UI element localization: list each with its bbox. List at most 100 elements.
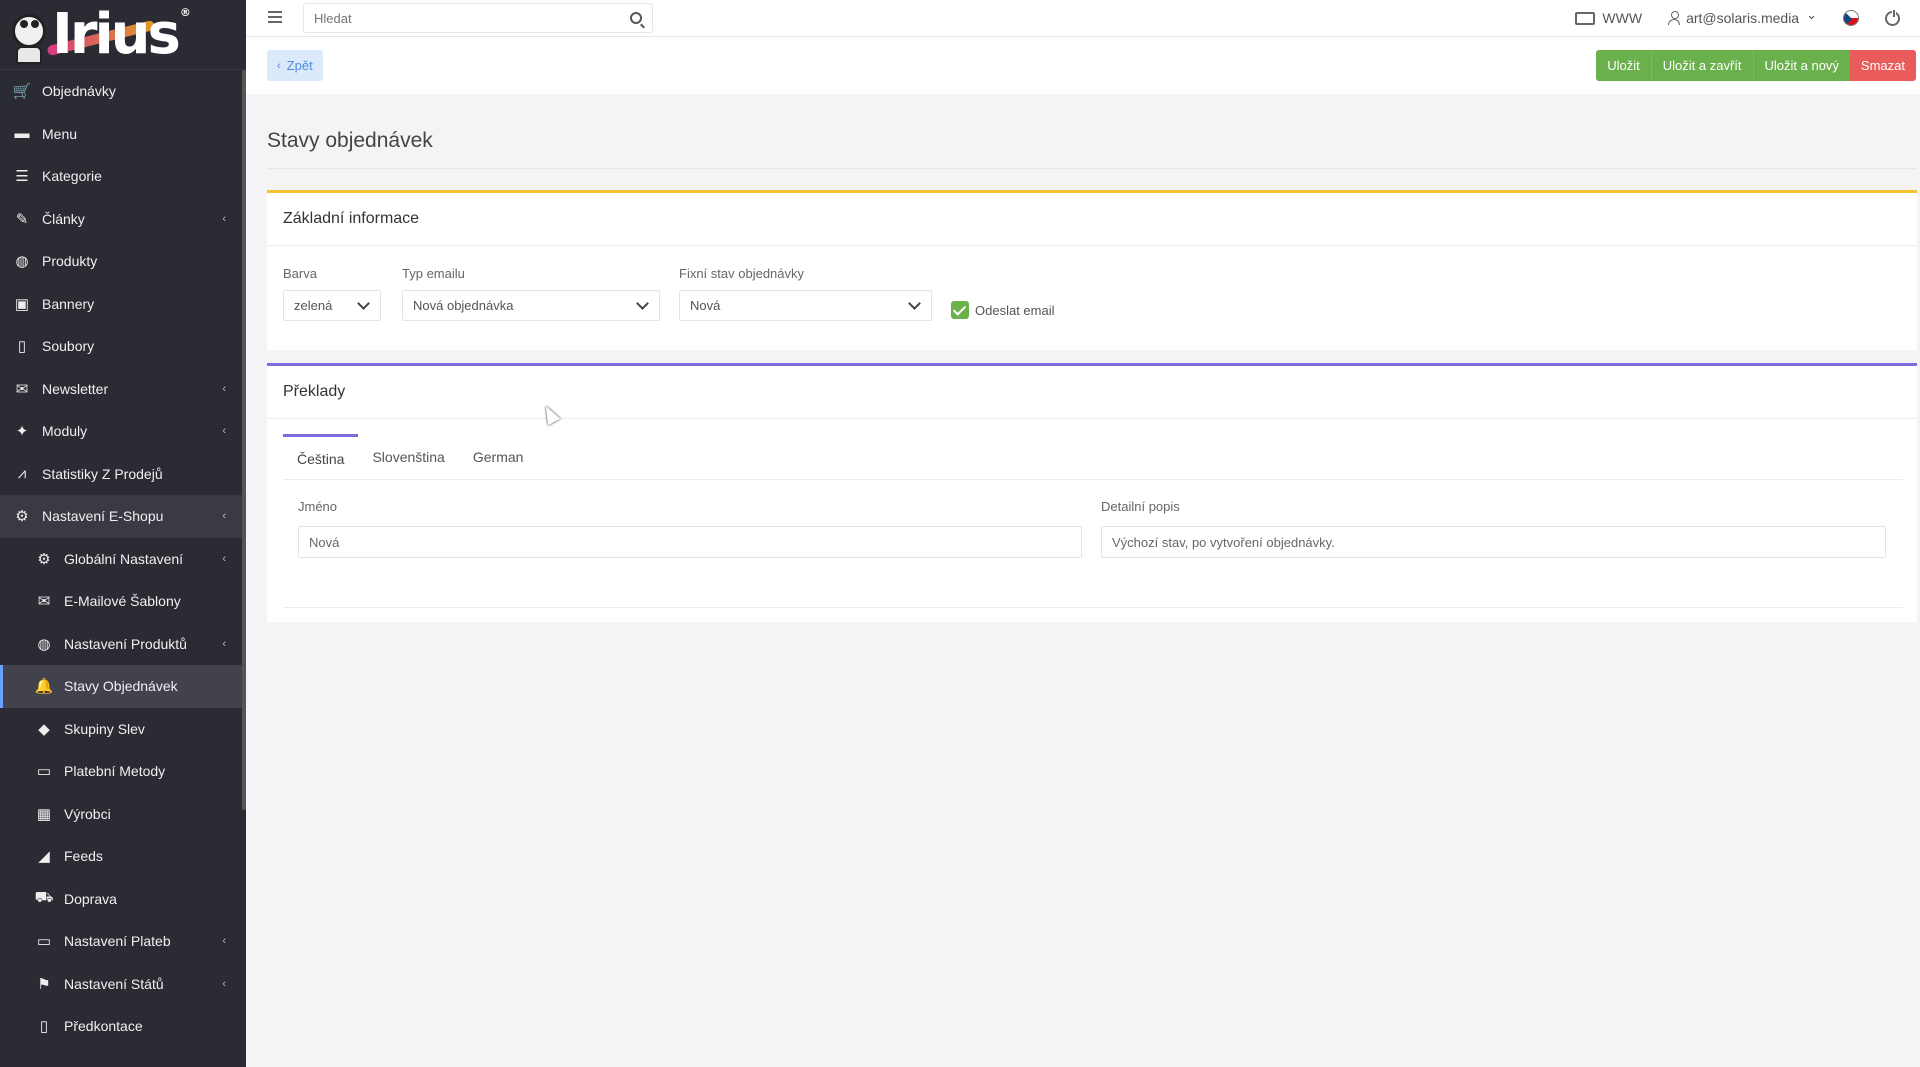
- sidebar-item-feeds[interactable]: ◢ Feeds: [0, 835, 246, 878]
- sidebar-item-bannery[interactable]: ▣ Bannery: [0, 283, 246, 326]
- image-icon: ▣: [14, 295, 30, 313]
- puzzle-icon: ✦: [15, 423, 29, 441]
- sidebar-item-výrobci[interactable]: ▦ Výrobci: [0, 793, 246, 836]
- hamburger-menu-icon[interactable]: [268, 11, 282, 23]
- description-label: Detailní popis: [1101, 499, 1180, 514]
- sidebar-item-label: Moduly: [42, 423, 88, 440]
- sidebar-subnav: ⚙ Globální Nastavení ‹ ✉ E-Mailové Šablony ◍ N…: [0, 538, 246, 1048]
- sidebar-item-nastavení-států[interactable]: ⚑ Nastavení Států ‹: [0, 963, 246, 1006]
- sidebar-item-články[interactable]: ✎ Články ‹: [0, 198, 246, 241]
- sidebar-item-label: Články: [42, 210, 85, 227]
- save-close-button[interactable]: Uložit a zavřít: [1650, 50, 1753, 81]
- user-email: art@solaris.media: [1686, 10, 1800, 26]
- power-icon: [1885, 8, 1900, 26]
- name-input[interactable]: [298, 526, 1082, 558]
- logo-text: Irius ®: [46, 6, 191, 63]
- description-input[interactable]: [1101, 526, 1886, 558]
- basic-info-card: Základní informace Barva zelená Typ emai…: [267, 190, 1917, 350]
- search-icon[interactable]: [630, 12, 642, 24]
- sidebar-item-platební-metody[interactable]: ▭ Platební Metody: [0, 750, 246, 793]
- sidebar-item-label: Stavy Objednávek: [64, 678, 178, 695]
- email-type-select[interactable]: Nová objednávka: [402, 290, 660, 321]
- list-icon: ☰: [15, 168, 29, 186]
- send-email-label: Odeslat email: [975, 302, 1055, 318]
- back-button[interactable]: ‹ Zpět: [267, 50, 323, 81]
- sidebar-item-produkty[interactable]: ◍ Produkty: [0, 240, 246, 283]
- sidebar-scrollbar[interactable]: [242, 70, 246, 810]
- send-email-checkbox[interactable]: Odeslat email: [951, 301, 1054, 319]
- chevron-down-icon: [636, 297, 649, 310]
- save-button[interactable]: Uložit: [1596, 50, 1651, 81]
- sidebar-item-moduly[interactable]: ✦ Moduly ‹: [0, 410, 246, 453]
- sidebar-item-skupiny-slev[interactable]: ◆ Skupiny Slev: [0, 708, 246, 751]
- file-icon: ▯: [17, 338, 27, 356]
- sidebar-item-soubory[interactable]: ▯ Soubory: [0, 325, 246, 368]
- tag-icon: ◆: [38, 720, 50, 738]
- sidebar-item-kategorie[interactable]: ☰ Kategorie: [0, 155, 246, 198]
- sidebar-item-nastavení-e-shopu[interactable]: ⚙ Nastavení E-Shopu ‹: [0, 495, 246, 538]
- www-link[interactable]: WWW: [1575, 10, 1642, 26]
- sidebar-item-doprava[interactable]: ⛟ Doprava: [0, 878, 246, 921]
- chevron-down-icon: [357, 297, 370, 310]
- sidebar-item-nastavení-produktů[interactable]: ◍ Nastavení Produktů ‹: [0, 623, 246, 666]
- sidebar-item-statistiky-z-prodejů[interactable]: ⩘ Statistiky Z Prodejů: [0, 453, 246, 496]
- chevron-down-icon: ⌄: [1806, 7, 1817, 22]
- mail-circle-icon: ✉: [15, 380, 29, 398]
- mascot-logo-icon: [6, 6, 50, 64]
- sidebar-item-objednávky[interactable]: 🛒 Objednávky: [0, 70, 246, 113]
- cogs-icon: ⚙: [15, 508, 29, 526]
- sidebar: Irius ® 🛒 Objednávky ▬ Menu ☰ Kategorie ✎ Články…: [0, 0, 246, 1067]
- chevron-down-icon: [908, 297, 921, 310]
- color-select[interactable]: zelená: [283, 290, 381, 321]
- fixed-state-select[interactable]: Nová: [679, 290, 932, 321]
- sidebar-item-label: Kategorie: [42, 168, 102, 185]
- tab-divider: [283, 479, 1903, 480]
- chevron-left-icon: ‹: [222, 212, 226, 225]
- basic-info-heading: Základní informace: [267, 193, 1917, 246]
- checkmark-icon[interactable]: [951, 301, 969, 319]
- topbar: WWW art@solaris.media ⌄: [246, 0, 1920, 37]
- name-label: Jméno: [298, 499, 338, 514]
- rss-icon: ◢: [38, 848, 50, 866]
- tab-slovenština[interactable]: Slovenština: [358, 434, 458, 480]
- gear-icon: ⚙: [37, 550, 51, 568]
- monitor-icon: [1575, 11, 1596, 25]
- delete-button[interactable]: Smazat: [1849, 50, 1916, 81]
- sidebar-item-label: Menu: [42, 125, 78, 142]
- action-bar: ‹ Zpět Uložit Uložit a zavřít Uložit a n…: [246, 37, 1920, 94]
- color-label: Barva: [283, 266, 317, 281]
- folder-icon: ▬: [14, 125, 30, 143]
- logo[interactable]: Irius ®: [0, 0, 246, 70]
- cart-icon: 🛒: [12, 83, 32, 101]
- truck-icon: ⛟: [34, 889, 54, 907]
- color-select-value: zelená: [294, 298, 333, 313]
- sidebar-item-label: Feeds: [64, 848, 103, 865]
- basketball-icon: ◍: [15, 253, 29, 271]
- sidebar-item-label: Platební Metody: [64, 763, 166, 780]
- bell-icon: 🔔: [34, 678, 54, 696]
- sidebar-item-label: Objednávky: [42, 83, 116, 100]
- divider: [267, 168, 1917, 169]
- sidebar-item-stavy-objednávek[interactable]: 🔔 Stavy Objednávek: [0, 665, 246, 708]
- language-switch[interactable]: [1843, 10, 1859, 26]
- sidebar-item-e-mailové-šablony[interactable]: ✉ E-Mailové Šablony: [0, 580, 246, 623]
- sidebar-item-menu[interactable]: ▬ Menu: [0, 113, 246, 156]
- chevron-left-icon: ‹: [222, 510, 226, 523]
- tab-german[interactable]: German: [459, 434, 538, 480]
- sidebar-item-globální-nastavení[interactable]: ⚙ Globální Nastavení ‹: [0, 538, 246, 581]
- sidebar-item-nastavení-plateb[interactable]: ▭ Nastavení Plateb ‹: [0, 920, 246, 963]
- user-menu[interactable]: art@solaris.media ⌄: [1668, 7, 1817, 26]
- sidebar-item-label: Nastavení E-Shopu: [42, 508, 164, 525]
- sidebar-item-label: Statistiky Z Prodejů: [42, 465, 163, 482]
- sidebar-item-label: Doprava: [64, 890, 117, 907]
- sidebar-item-předkontace[interactable]: ▯ Předkontace: [0, 1005, 246, 1048]
- sidebar-item-newsletter[interactable]: ✉ Newsletter ‹: [0, 368, 246, 411]
- search-input[interactable]: [314, 10, 614, 26]
- basketball-icon: ◍: [37, 635, 51, 653]
- logout-button[interactable]: [1885, 8, 1900, 26]
- tab-čeština[interactable]: Čeština: [283, 434, 359, 480]
- save-new-button[interactable]: Uložit a nový: [1752, 50, 1850, 81]
- divider: [283, 607, 1903, 608]
- file-icon: ▯: [39, 1018, 49, 1036]
- sidebar-item-label: Nastavení Produktů: [64, 635, 187, 652]
